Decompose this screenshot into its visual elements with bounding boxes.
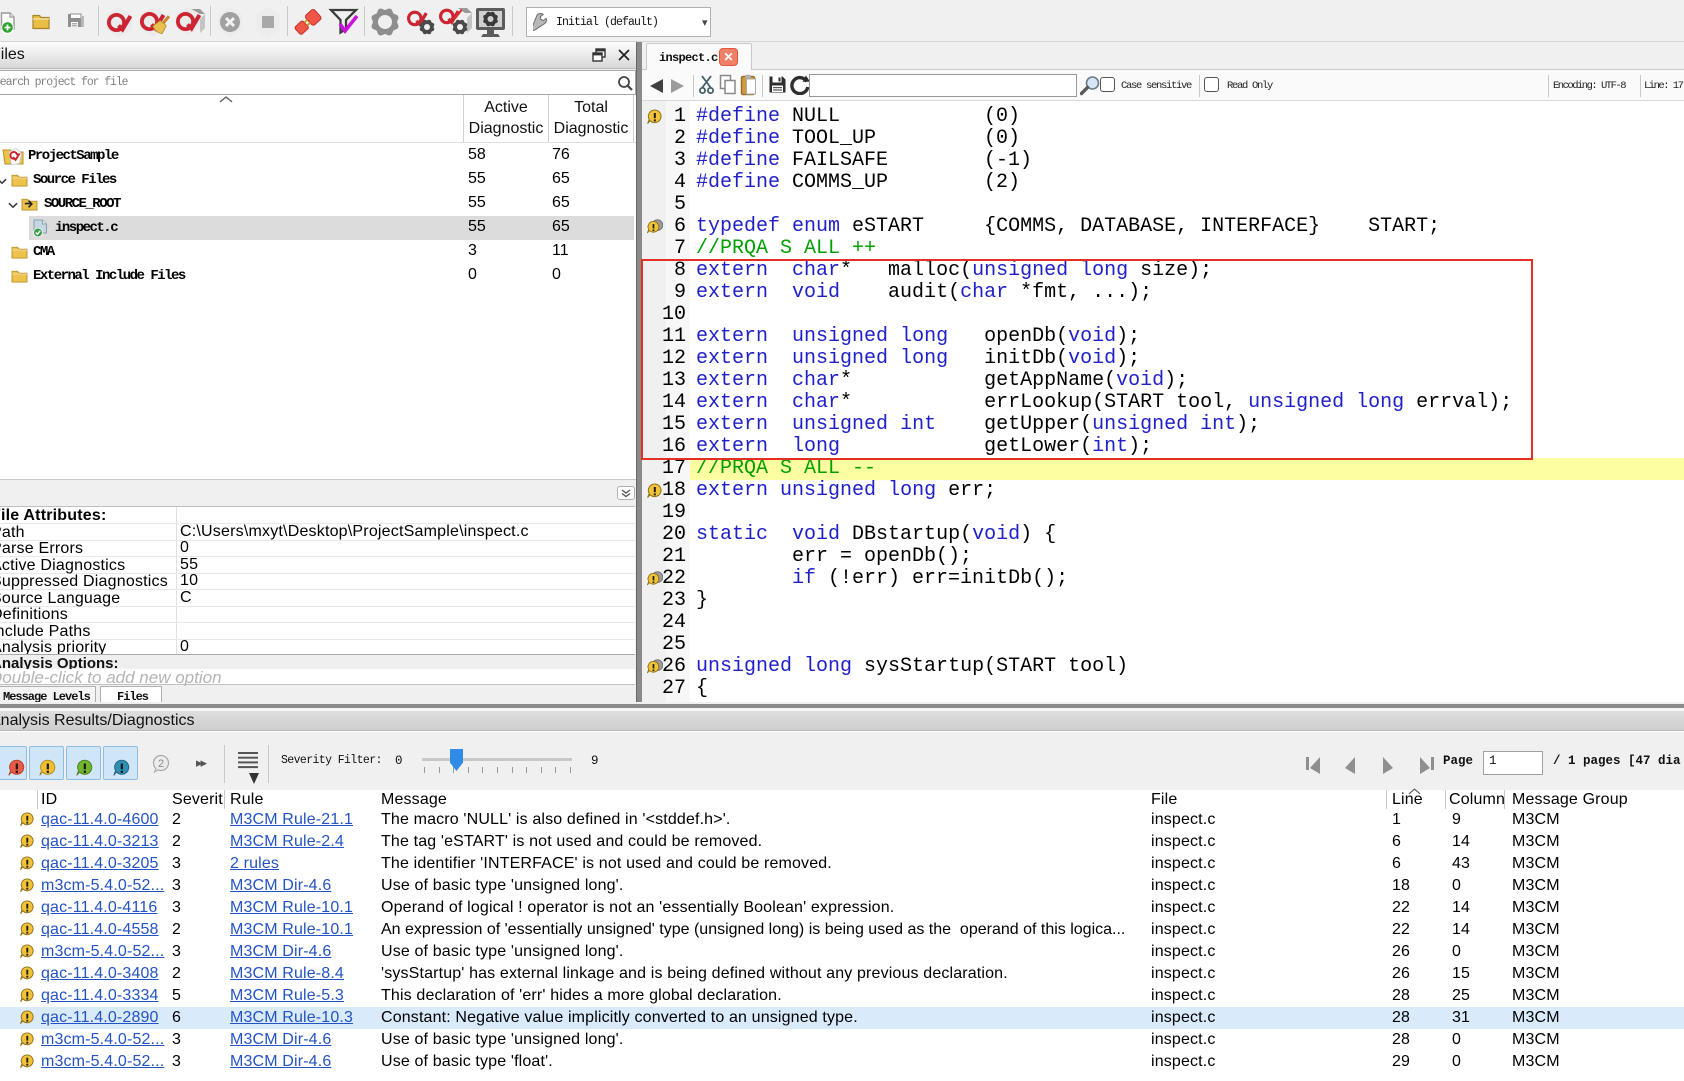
svg-text:2: 2 <box>158 758 164 770</box>
